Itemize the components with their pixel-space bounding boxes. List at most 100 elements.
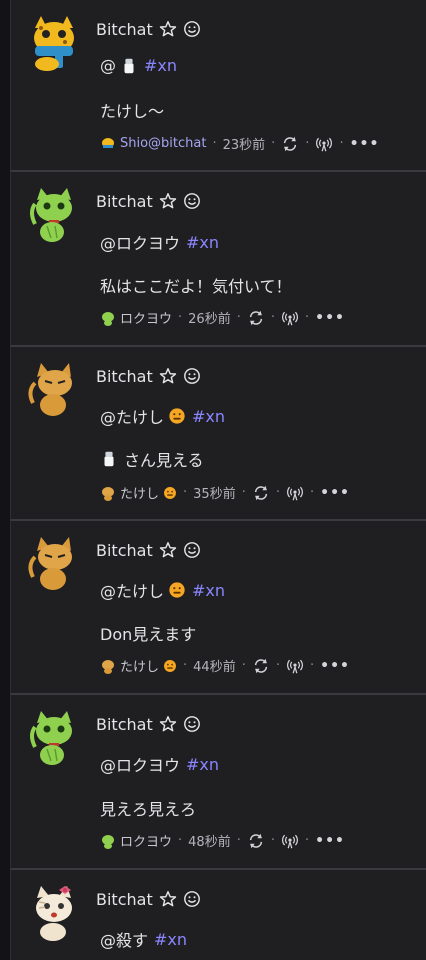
more-options-icon[interactable]: ••• (350, 136, 380, 152)
repost-icon[interactable] (247, 309, 265, 327)
broadcast-icon[interactable] (281, 309, 299, 327)
avatar[interactable] (25, 884, 83, 942)
timestamp[interactable]: 48秒前 (188, 831, 231, 850)
cat-avatar-icon (36, 886, 72, 941)
smile-icon[interactable] (183, 890, 201, 908)
broadcast-icon[interactable] (315, 135, 333, 153)
display-name[interactable]: Bitchat (96, 192, 153, 211)
more-options-icon[interactable]: ••• (320, 658, 350, 674)
hashtag[interactable]: #xn (192, 581, 225, 600)
separator-dot: · (241, 485, 246, 500)
separator-dot: · (178, 310, 183, 325)
broadcast-icon[interactable] (286, 484, 304, 502)
post-body: Don見えます (100, 625, 197, 644)
author-link[interactable]: Shio@bitchat (120, 136, 206, 151)
separator-dot: · (275, 485, 280, 500)
post-meta: たけし · 44秒前 · · · ••• (100, 656, 350, 675)
post[interactable]: Bitchat @ロクヨウ #xn 私はここだよ！気付いて！ ロクヨウ · 26… (11, 172, 426, 347)
post-mention-line: @たけし #xn (100, 578, 225, 602)
author-link[interactable]: たけし (120, 483, 159, 502)
more-options-icon[interactable]: ••• (315, 833, 345, 849)
avatar[interactable] (25, 361, 83, 419)
smile-icon[interactable] (183, 192, 201, 210)
author-link[interactable]: ロクヨウ (120, 831, 172, 850)
star-icon[interactable] (159, 715, 177, 733)
smile-icon[interactable] (183, 367, 201, 385)
timestamp[interactable]: 44秒前 (193, 656, 236, 675)
mention[interactable]: @殺す (100, 927, 148, 951)
post[interactable]: Bitchat @たけし #xn さん見える たけし · 35秒前 · · · … (11, 347, 426, 521)
hashtag[interactable]: #xn (186, 233, 219, 252)
display-name[interactable]: Bitchat (96, 890, 153, 909)
post-header: Bitchat (96, 888, 201, 910)
smile-icon[interactable] (183, 715, 201, 733)
post-meta: たけし · 35秒前 · · · ••• (100, 483, 350, 502)
post[interactable]: Bitchat @ロクヨウ #xn 見えろ見えろ ロクヨウ · 48秒前 · ·… (11, 695, 426, 870)
post[interactable]: Bitchat @殺す #xn (11, 870, 426, 960)
display-name[interactable]: Bitchat (96, 715, 153, 734)
post-meta: Shio@bitchat · 23秒前 · · · ••• (100, 134, 379, 153)
author-link[interactable]: ロクヨウ (120, 308, 172, 327)
avatar[interactable] (25, 709, 83, 767)
avatar[interactable] (25, 186, 83, 244)
separator-dot: · (236, 833, 241, 848)
mention[interactable]: @ロクヨウ (100, 752, 180, 776)
display-name[interactable]: Bitchat (96, 20, 153, 39)
star-icon[interactable] (159, 367, 177, 385)
cat-avatar-icon (34, 16, 74, 71)
hashtag[interactable]: #xn (192, 407, 225, 426)
salt-shaker-icon (124, 58, 134, 73)
post[interactable]: Bitchat @ #xn たけし〜 Shio@bitchat · 23秒前 ·… (11, 0, 426, 172)
face-emoji-icon (169, 582, 185, 598)
mention[interactable]: @たけし (100, 404, 164, 428)
broadcast-icon[interactable] (281, 832, 299, 850)
display-name[interactable]: Bitchat (96, 541, 153, 560)
star-icon[interactable] (159, 192, 177, 210)
separator-dot: · (339, 136, 344, 151)
post[interactable]: Bitchat @たけし #xn Don見えます たけし · 44秒前 · · (11, 521, 426, 695)
smile-icon[interactable] (183, 541, 201, 559)
star-icon[interactable] (159, 541, 177, 559)
separator-dot: · (236, 310, 241, 325)
post-mention-line: @ロクヨウ #xn (100, 752, 219, 776)
timestamp[interactable]: 26秒前 (188, 308, 231, 327)
timeline[interactable]: Bitchat @ #xn たけし〜 Shio@bitchat · 23秒前 ·… (11, 0, 426, 960)
face-emoji-icon (169, 408, 185, 424)
hashtag[interactable]: #xn (144, 56, 177, 75)
avatar[interactable] (25, 14, 83, 72)
more-options-icon[interactable]: ••• (320, 485, 350, 501)
star-icon[interactable] (159, 20, 177, 38)
author-link[interactable]: たけし (120, 656, 159, 675)
separator-dot: · (270, 833, 275, 848)
display-name[interactable]: Bitchat (96, 367, 153, 386)
separator-dot: · (183, 485, 188, 500)
cat-avatar-icon (30, 188, 72, 242)
timestamp[interactable]: 23秒前 (223, 134, 266, 153)
post-body: さん見える (124, 451, 204, 470)
separator-dot: · (270, 310, 275, 325)
mention[interactable]: @ (100, 56, 116, 75)
post-meta: ロクヨウ · 26秒前 · · · ••• (100, 308, 345, 327)
repost-icon[interactable] (247, 832, 265, 850)
more-options-icon[interactable]: ••• (315, 310, 345, 326)
smile-icon[interactable] (183, 20, 201, 38)
separator-dot: · (271, 136, 276, 151)
star-icon[interactable] (159, 890, 177, 908)
face-emoji-icon (164, 659, 176, 672)
mention[interactable]: @ロクヨウ (100, 230, 180, 254)
mention[interactable]: @たけし (100, 578, 164, 602)
salt-shaker-icon (104, 451, 114, 467)
avatar[interactable] (25, 535, 83, 593)
separator-dot: · (305, 136, 310, 151)
broadcast-icon[interactable] (286, 657, 304, 675)
post-header: Bitchat (96, 18, 201, 40)
post-body: 見えろ見えろ (100, 800, 197, 819)
repost-icon[interactable] (252, 484, 270, 502)
separator-dot: · (183, 658, 188, 673)
repost-icon[interactable] (281, 135, 299, 153)
repost-icon[interactable] (252, 657, 270, 675)
timestamp[interactable]: 35秒前 (193, 483, 236, 502)
hashtag[interactable]: #xn (154, 930, 187, 949)
separator-dot: · (275, 658, 280, 673)
hashtag[interactable]: #xn (186, 755, 219, 774)
